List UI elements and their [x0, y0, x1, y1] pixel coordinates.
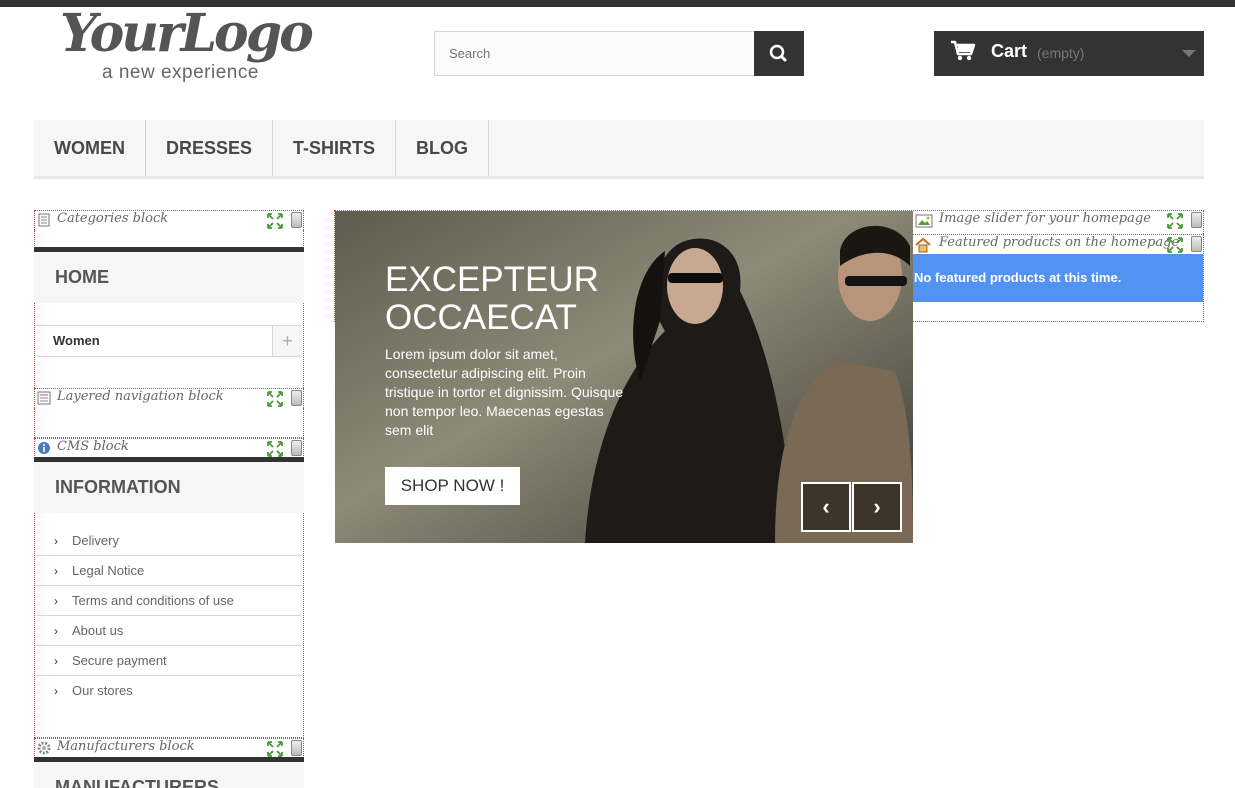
module-bar-manufacturers: Manufacturers block	[34, 738, 304, 758]
expand-icon[interactable]	[1167, 213, 1183, 229]
main-menu: WOMEN DRESSES T-SHIRTS BLOG	[34, 120, 1204, 179]
expand-icon[interactable]	[267, 391, 283, 407]
slide-heading: EXCEPTEUR OCCAECAT	[385, 261, 599, 337]
shop-now-button[interactable]: SHOP NOW !	[385, 467, 520, 505]
module-title: CMS block	[57, 439, 129, 454]
information-list: › Delivery › Legal Notice › Terms and condi…	[36, 526, 302, 706]
module-title: Featured products on the homepage	[939, 235, 1180, 250]
site-logo[interactable]: YourLogo a new experience	[60, 6, 350, 90]
info-link-about[interactable]: › About us	[36, 616, 302, 646]
info-link-legal[interactable]: › Legal Notice	[36, 556, 302, 586]
module-bar-slider: Image slider for your homepage	[913, 211, 1204, 233]
chevron-right-icon: ›	[54, 564, 58, 578]
module-bar-featured: Featured products on the homepage	[913, 234, 1204, 256]
category-item-women[interactable]: Women +	[36, 325, 302, 357]
cart-label: Cart	[991, 41, 1028, 61]
module-bar-layered: Layered navigation block	[34, 388, 304, 408]
document-icon	[38, 213, 50, 227]
link-label: Secure payment	[72, 653, 167, 668]
chevron-right-icon: ›	[54, 684, 58, 698]
category-label: Women	[53, 333, 100, 348]
module-title: Layered navigation block	[57, 389, 224, 404]
featured-empty-alert: No featured products at this time.	[913, 254, 1203, 302]
slide-heading-line: EXCEPTEUR	[385, 260, 599, 299]
home-icon	[915, 237, 931, 253]
plus-icon[interactable]: +	[272, 326, 302, 356]
slider-prev-button[interactable]: ‹	[801, 482, 851, 532]
expand-icon[interactable]	[267, 441, 283, 457]
chevron-right-icon: ›	[54, 654, 58, 668]
list-icon	[37, 391, 51, 405]
menu-item-blog[interactable]: BLOG	[396, 120, 490, 176]
link-label: Terms and conditions of use	[72, 593, 234, 608]
layered-frame	[34, 408, 304, 438]
menu-item-tshirts[interactable]: T-SHIRTS	[273, 120, 397, 176]
expand-icon[interactable]	[267, 213, 283, 229]
trash-icon[interactable]	[291, 440, 302, 456]
logo-tagline: a new experience	[102, 62, 259, 83]
cart-button[interactable]: Cart (empty)	[934, 31, 1204, 76]
trash-icon[interactable]	[1191, 212, 1202, 228]
search-icon	[769, 44, 787, 62]
info-link-stores[interactable]: › Our stores	[36, 676, 302, 706]
slider-next-button[interactable]: ›	[852, 482, 902, 532]
image-icon	[915, 214, 933, 228]
chevron-right-icon: ›	[54, 624, 58, 638]
module-title: Image slider for your homepage	[939, 211, 1151, 226]
information-heading: INFORMATION	[34, 457, 304, 513]
link-label: Delivery	[72, 533, 119, 548]
trash-icon[interactable]	[291, 740, 302, 756]
expand-icon[interactable]	[1167, 237, 1183, 253]
cart-status: (empty)	[1037, 45, 1085, 61]
module-title: Categories block	[57, 211, 169, 226]
info-link-terms[interactable]: › Terms and conditions of use	[36, 586, 302, 616]
homepage-slider: EXCEPTEUR OCCAECAT Lorem ipsum dolor sit…	[335, 211, 913, 543]
search-button[interactable]	[754, 31, 804, 76]
categories-heading[interactable]: HOME	[34, 247, 304, 303]
link-label: Legal Notice	[72, 563, 145, 578]
module-bar-cms: CMS block	[34, 438, 304, 458]
link-label: Our stores	[72, 683, 133, 698]
chevron-right-icon: ›	[54, 534, 58, 548]
search-bar	[434, 31, 804, 76]
info-icon	[38, 442, 50, 454]
trash-icon[interactable]	[1191, 236, 1202, 252]
page: YourLogo a new experience Cart (empty) W…	[0, 0, 1235, 788]
chevron-right-icon: ›	[54, 594, 58, 608]
manufacturers-heading[interactable]: MANUFACTURERS	[34, 757, 304, 788]
info-link-delivery[interactable]: › Delivery	[36, 526, 302, 556]
slide-text: Lorem ipsum dolor sit amet, consectetur …	[385, 346, 624, 438]
module-bar-categories: Categories block	[34, 210, 304, 230]
trash-icon[interactable]	[291, 390, 302, 406]
slide-heading-line: OCCAECAT	[385, 298, 577, 337]
menu-item-dresses[interactable]: DRESSES	[146, 120, 274, 176]
info-link-payment[interactable]: › Secure payment	[36, 646, 302, 676]
link-label: About us	[72, 623, 124, 638]
trash-icon[interactable]	[291, 212, 302, 228]
search-input[interactable]	[434, 31, 755, 76]
logo-script: YourLogo	[60, 3, 314, 64]
gear-icon	[37, 741, 51, 755]
chevron-down-icon	[1182, 50, 1196, 57]
cart-icon	[951, 40, 976, 61]
module-title: Manufacturers block	[57, 739, 195, 754]
expand-icon[interactable]	[267, 741, 283, 757]
menu-item-women[interactable]: WOMEN	[34, 120, 146, 176]
